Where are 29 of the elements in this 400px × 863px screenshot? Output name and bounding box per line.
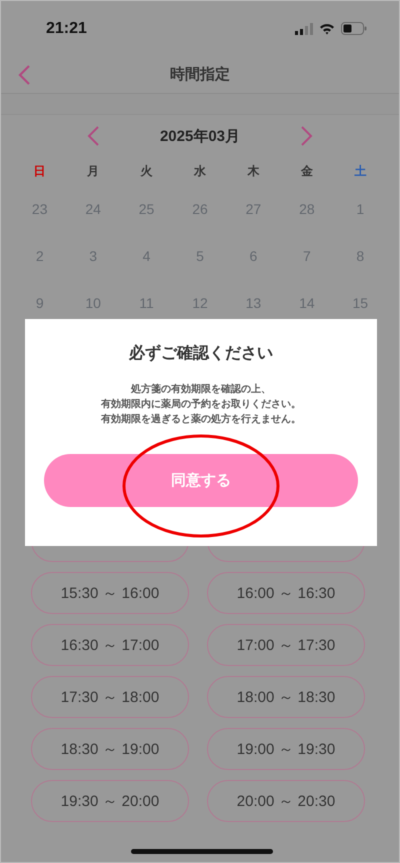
status-time: 21:21 [46,20,87,38]
time-slot-button[interactable]: 18:30 ～ 19:00 [31,728,189,770]
time-slot-button[interactable]: 19:00 ～ 19:30 [207,728,365,770]
previous-month-icon[interactable] [86,125,100,147]
battery-icon [341,22,367,35]
next-month-icon[interactable] [300,125,314,147]
back-icon[interactable] [17,64,31,86]
month-label: 2025年03月 [160,126,240,146]
weekday-label: 木 [247,163,260,180]
time-slot-button[interactable]: 15:30 ～ 16:00 [31,572,189,614]
wifi-icon [319,22,335,34]
weekday-label: 水 [194,163,206,180]
weekday-label: 月 [87,163,100,180]
time-slot-button[interactable]: 18:00 ～ 18:30 [207,676,365,718]
dialog-title: 必ずご確認ください [129,343,273,364]
signal-icon [295,22,313,34]
time-slot-button[interactable]: 17:00 ～ 17:30 [207,624,365,666]
agree-button[interactable]: 同意する [44,454,358,507]
page-title: 時間指定 [170,65,230,84]
dialog-message: 処方箋の有効期限を確認の上、 有効期限内に薬局の予約をお取りください。 有効期限を過ぎると薬の処方を行えません。 [101,382,301,427]
time-slot-button[interactable]: 19:30 ～ 20:00 [31,780,189,822]
time-slot-button[interactable]: 16:30 ～ 17:00 [31,624,189,666]
time-slot-button[interactable]: 17:30 ～ 18:00 [31,676,189,718]
weekday-label: 土 [354,163,366,180]
weekday-label: 金 [300,163,313,180]
time-slot-button[interactable]: 20:00 ～ 20:30 [207,780,365,822]
weekday-label: 火 [140,163,153,180]
weekday-label: 日 [34,163,46,180]
time-slot-button[interactable]: 16:00 ～ 16:30 [207,572,365,614]
